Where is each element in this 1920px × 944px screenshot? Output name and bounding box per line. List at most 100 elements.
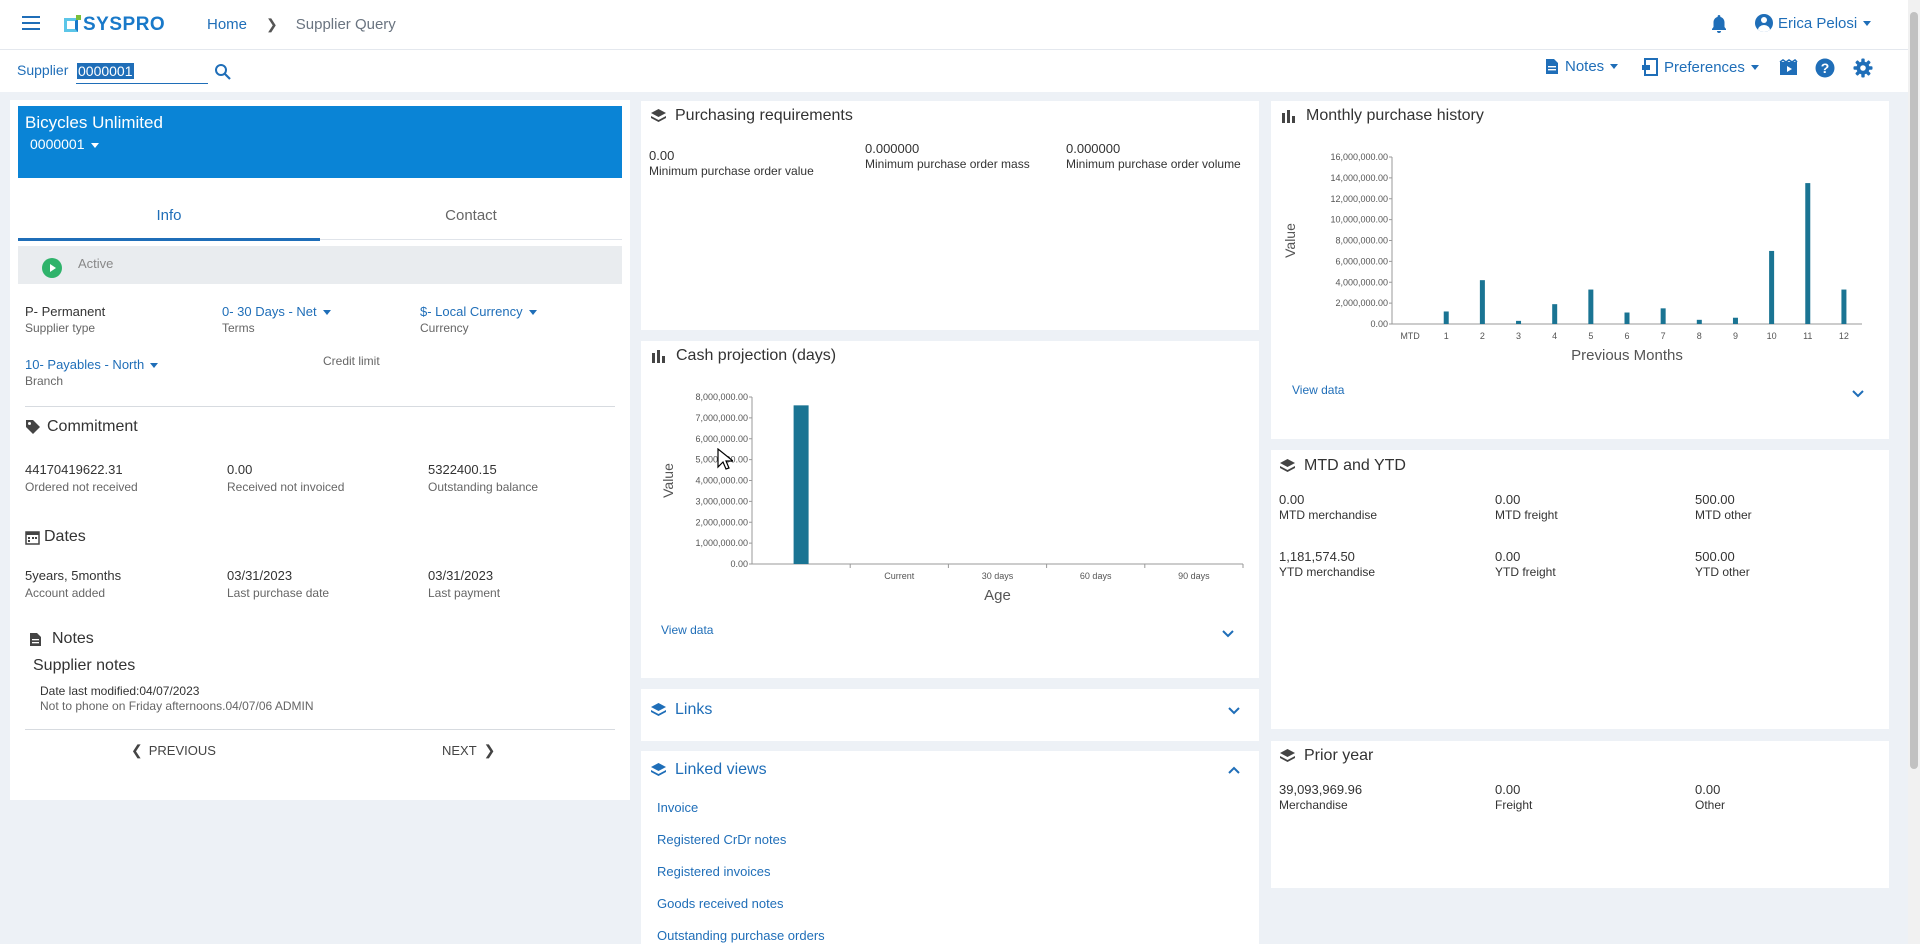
cash-view-data-link[interactable]: View data [661, 623, 713, 637]
tab-divider [320, 239, 622, 240]
chevron-up-icon[interactable] [1228, 766, 1240, 774]
linked-view-crdr-notes[interactable]: Registered CrDr notes [657, 824, 825, 856]
currency-label: Currency [420, 321, 469, 335]
video-icon[interactable] [1779, 59, 1798, 76]
y-tick-label: 0.00 [1370, 319, 1388, 329]
chart-bar [1769, 250, 1775, 324]
linked-view-registered-invoices[interactable]: Registered invoices [657, 856, 825, 888]
ytd-merchandise-value: 1,181,574.50 [1279, 549, 1355, 564]
search-icon[interactable] [214, 63, 232, 81]
prior-merchandise: 39,093,969.96 Merchandise [1279, 782, 1362, 812]
y-tick-label: 8,000,000.00 [695, 392, 748, 402]
tab-info[interactable]: Info [18, 198, 320, 234]
previous-button[interactable]: ❮ PREVIOUS [131, 742, 216, 759]
mtd-merchandise-label: MTD merchandise [1279, 508, 1378, 522]
menu-icon[interactable] [22, 16, 40, 32]
ytd-other-label: YTD other [1695, 565, 1750, 579]
linked-view-invoice[interactable]: Invoice [657, 792, 825, 824]
tab-contact[interactable]: Contact [320, 198, 622, 234]
user-menu[interactable]: Erica Pelosi [1755, 14, 1872, 32]
branch-dropdown[interactable]: 10- Payables - North [25, 357, 159, 372]
x-tick-label: 8 [1697, 331, 1702, 341]
currency-field: $- Local Currency Currency [420, 304, 537, 335]
branch-value: 10- Payables - North [25, 357, 145, 372]
next-button[interactable]: NEXT ❯ [442, 742, 495, 759]
supplier-code: 0000001 [30, 136, 85, 152]
preferences-icon [1642, 58, 1658, 76]
chart-bar [1443, 311, 1449, 324]
currency-value: $- Local Currency [420, 304, 523, 319]
prior-other-value: 0.00 [1695, 782, 1721, 797]
currency-dropdown[interactable]: $- Local Currency [420, 304, 537, 319]
preferences-menu[interactable]: Preferences [1641, 58, 1759, 76]
y-axis-label: Value [1282, 223, 1298, 258]
x-tick-label: 1 [1444, 331, 1449, 341]
chevron-down-icon[interactable] [1228, 707, 1240, 715]
divider [25, 406, 615, 407]
chart-bar [1552, 304, 1558, 324]
last-payment-label: Last payment [428, 586, 501, 600]
last-payment-value: 03/31/2023 [428, 568, 494, 583]
help-icon[interactable]: ? [1815, 58, 1835, 78]
prior-year-title: Prior year [1304, 747, 1374, 764]
min-po-volume-value: 0.000000 [1066, 141, 1121, 156]
y-tick-label: 3,000,000.00 [695, 496, 748, 506]
x-tick-label: 90 days [1178, 571, 1210, 581]
linked-view-outstanding-pos[interactable]: Outstanding purchase orders [657, 920, 825, 944]
breadcrumb-home[interactable]: Home [207, 16, 247, 33]
svg-text:?: ? [1821, 60, 1830, 76]
status-text: Active [78, 256, 114, 271]
page-scrollbar[interactable] [1908, 0, 1920, 944]
prior-freight: 0.00 Freight [1495, 782, 1532, 812]
outstanding-balance-value: 5322400.15 [428, 462, 497, 477]
chart-bar [1696, 319, 1702, 324]
notes-menu[interactable]: Notes [1545, 58, 1619, 75]
chevron-down-icon[interactable] [1852, 390, 1864, 398]
links-heading[interactable]: Links [651, 701, 712, 719]
y-tick-label: 4,000,000.00 [1335, 277, 1388, 287]
monthly-history-title: Monthly purchase history [1306, 107, 1484, 124]
gear-icon[interactable] [1853, 58, 1873, 78]
min-po-mass-value: 0.000000 [865, 141, 920, 156]
monthly-view-data-link[interactable]: View data [1292, 383, 1344, 397]
terms-dropdown[interactable]: 0- 30 Days - Net [222, 304, 331, 319]
supplier-name: Bicycles Unlimited [25, 113, 163, 132]
y-tick-label: 2,000,000.00 [1335, 298, 1388, 308]
x-tick-label: Current [884, 571, 915, 581]
received-not-invoiced: 0.00 Received not invoiced [227, 462, 344, 494]
ytd-freight-label: YTD freight [1495, 565, 1556, 579]
x-tick-label: 5 [1588, 331, 1593, 341]
mtd-ytd-title: MTD and YTD [1304, 457, 1406, 474]
linked-view-goods-received-notes[interactable]: Goods received notes [657, 888, 825, 920]
cash-projection-chart: 0.00 1,000,000.00 2,000,000.00 3,000,000.00… [660, 392, 1244, 604]
last-payment: 03/31/2023 Last payment [428, 568, 500, 600]
chart-bar [1479, 280, 1485, 324]
cash-projection-heading: Cash projection (days) [652, 347, 836, 365]
supplier-input[interactable]: 0000001 [77, 63, 134, 79]
mtd-merchandise: 0.00 MTD merchandise [1279, 492, 1377, 522]
notes-label: Notes [1565, 58, 1605, 75]
user-name: Erica Pelosi [1778, 14, 1858, 32]
mtd-freight-value: 0.00 [1495, 492, 1521, 507]
caret-down-icon [1750, 64, 1759, 70]
terms-value: 0- 30 Days - Net [222, 304, 317, 319]
y-tick-label: 12,000,000.00 [1330, 194, 1388, 204]
play-icon [42, 258, 62, 278]
prior-year-heading: Prior year [1280, 747, 1373, 765]
prior-merchandise-label: Merchandise [1279, 798, 1348, 812]
scrollbar-thumb[interactable] [1910, 12, 1918, 769]
linked-views-heading[interactable]: Linked views [651, 761, 767, 779]
terms-label: Terms [222, 321, 255, 335]
x-tick-label: MTD [1400, 331, 1420, 341]
tag-icon [26, 420, 40, 434]
linked-views-list: Invoice Registered CrDr notes Registered… [657, 792, 825, 944]
logo[interactable]: SYSPRO [64, 14, 165, 36]
bell-icon[interactable] [1710, 14, 1728, 34]
ordered-not-received-label: Ordered not received [25, 480, 138, 494]
linked-views-title: Linked views [675, 761, 767, 778]
chart-bar [1516, 320, 1522, 324]
chart-bar [1841, 289, 1847, 324]
supplier-code-dropdown[interactable]: 0000001 [30, 136, 99, 152]
chevron-down-icon[interactable] [1222, 630, 1234, 638]
y-tick-label: 8,000,000.00 [1335, 236, 1388, 246]
